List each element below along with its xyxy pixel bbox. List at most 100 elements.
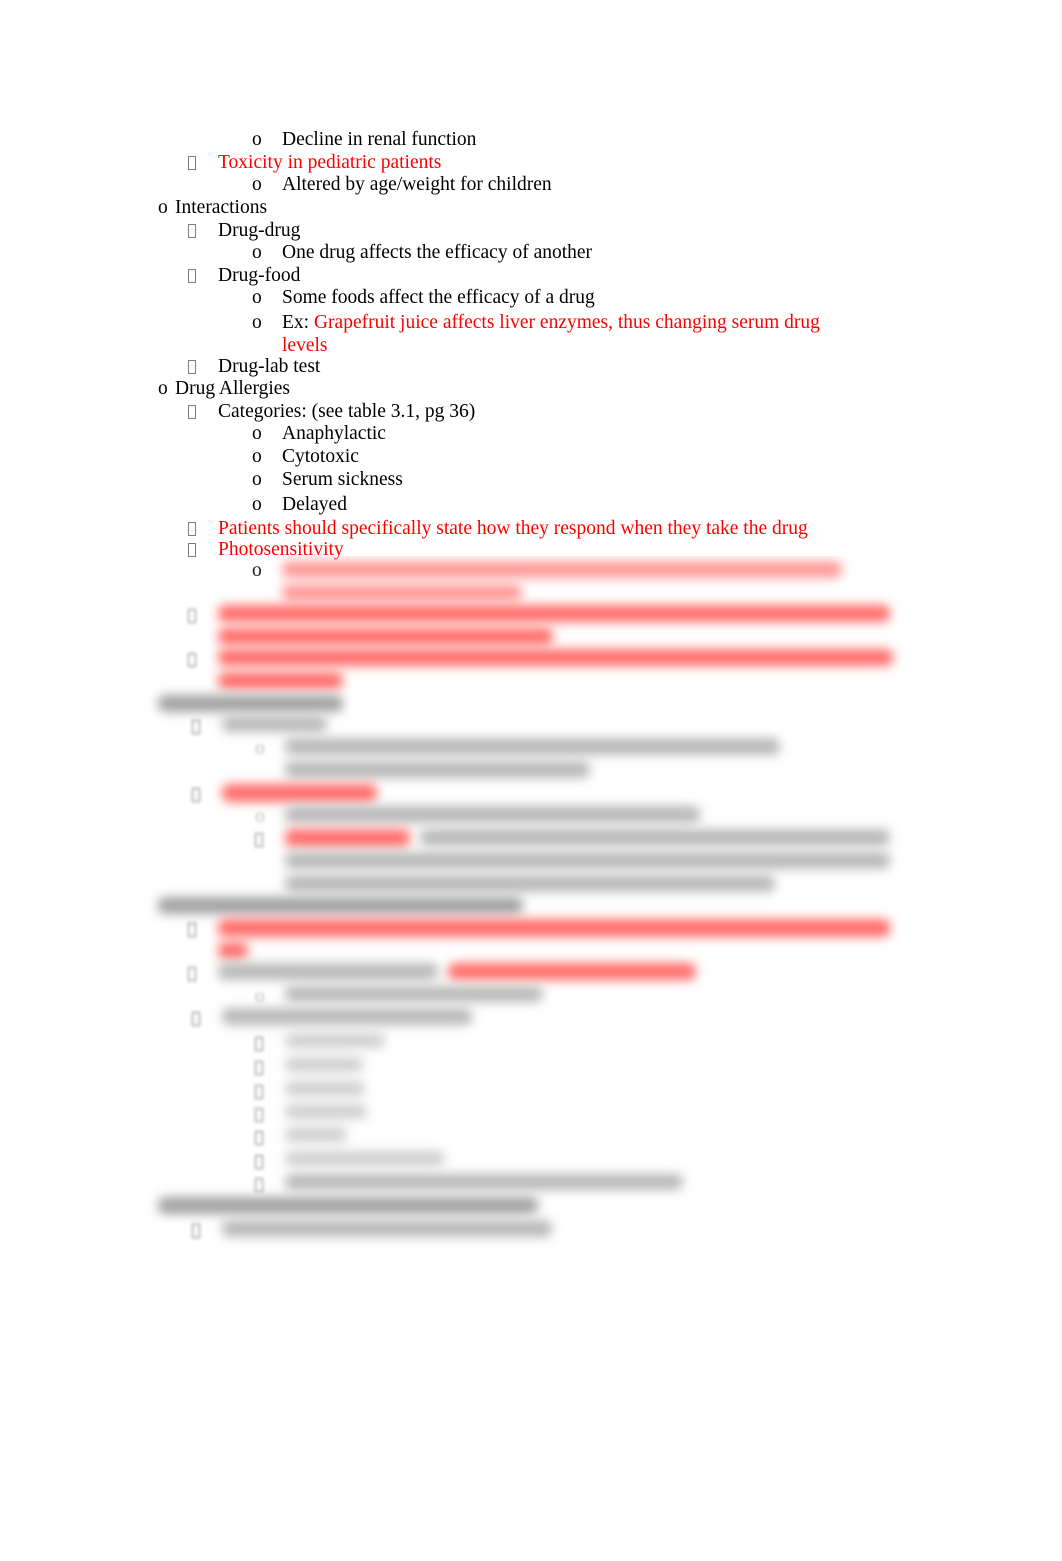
list-marker-level2 [188,517,196,540]
redacted-line [218,963,438,980]
redacted-line [285,986,543,1002]
redacted-line [222,1008,472,1025]
redacted-line [218,605,890,622]
tofu-box-icon [188,269,196,283]
tofu-box-icon [188,522,196,536]
outline-item-delayed: Delayed [282,494,347,515]
list-marker-level4 [255,1173,263,1196]
tofu-box-icon [188,609,196,623]
redacted-line [285,852,890,869]
redacted-line [218,919,890,937]
redacted-line [285,1104,367,1119]
list-marker-level3: o [252,494,262,515]
tofu-box-icon [255,1085,263,1099]
redacted-line [218,649,893,666]
list-marker-level3: o [252,242,262,263]
redacted-content-region [0,556,1062,1256]
list-marker-level2 [188,264,196,287]
tofu-box-icon [188,653,196,667]
outline-item-serum-sickness: Serum sickness [282,469,403,490]
tofu-box-icon [192,1224,200,1238]
tofu-box-icon [188,923,196,937]
redacted-line [285,1151,445,1166]
redacted-line [285,1174,683,1190]
tofu-box-icon [255,833,263,847]
list-marker-level4 [255,1150,263,1173]
redacted-line [285,761,590,778]
list-marker-level4 [255,1032,263,1055]
redacted-line [222,1220,552,1237]
list-marker-level3: o [252,423,262,444]
redacted-line [420,829,890,846]
tofu-box-icon [255,1061,263,1075]
list-marker-level4 [255,1103,263,1126]
redacted-line [218,628,553,645]
list-marker-level4 [255,1080,263,1103]
tofu-box-icon [255,1108,263,1122]
redacted-line [218,942,248,959]
tofu-box-icon [188,543,196,557]
list-marker-level3: o [252,469,262,490]
list-marker-level2 [188,918,196,941]
redacted-line [222,716,327,732]
list-marker-level2 [188,962,196,985]
outline-item-some-foods-efficacy: Some foods affect the efficacy of a drug [282,287,595,308]
tofu-box-icon [255,1155,263,1169]
redacted-line [285,738,780,755]
tofu-box-icon [192,1012,200,1026]
list-marker-level3: o [252,287,262,308]
tofu-box-icon [188,156,196,170]
outline-item-drug-food: Drug-food [218,265,301,286]
list-marker-level3: o [255,986,265,1007]
example-text: Grapefruit juice affects liver enzymes, … [282,312,820,356]
outline-item-categories: Categories: (see table 3.1, pg 36) [218,401,476,422]
list-marker-level3: o [252,446,262,467]
list-marker-level2 [192,1219,200,1242]
list-marker-level2 [188,400,196,423]
list-marker-level4 [255,1056,263,1079]
outline-item-toxicity-pediatric: Toxicity in pediatric patients [218,152,442,173]
redacted-line [158,1197,538,1214]
list-marker-level2 [192,715,200,738]
list-marker-level1: o [158,197,168,218]
tofu-box-icon [188,360,196,374]
redacted-line [448,963,696,980]
tofu-box-icon [188,224,196,238]
redacted-line [158,897,523,914]
tofu-box-icon [255,1037,263,1051]
outline-item-drug-drug: Drug-drug [218,220,301,241]
redacted-line [285,875,775,892]
list-marker-level2 [188,538,196,561]
redacted-line [282,561,842,578]
example-label: Ex: [282,312,310,333]
list-marker-level2 [188,219,196,242]
outline-item-grapefruit-example: Ex: Grapefruit juice affects liver enzym… [282,311,822,357]
list-marker-level3: o [255,738,265,759]
list-marker-level3: o [252,312,262,333]
redacted-line [285,1057,363,1072]
tofu-box-icon [188,967,196,981]
redacted-line [282,584,522,601]
outline-item-patients-state-response: Patients should specifically state how t… [218,518,808,539]
outline-item-photosensitivity: Photosensitivity [218,539,344,560]
outline-item-altered-age-weight: Altered by age/weight for children [282,174,552,195]
outline-item-decline-renal-function: Decline in renal function [282,129,477,150]
list-marker-level2 [188,604,196,627]
list-marker-level2 [192,783,200,806]
list-marker-level2 [188,355,196,378]
list-marker-level4 [255,828,263,851]
tofu-box-icon [188,405,196,419]
list-marker-level2 [188,151,196,174]
outline-item-anaphylactic: Anaphylactic [282,423,386,444]
document-page: o Decline in renal function Toxicity in … [0,0,1062,1561]
list-marker-level3: o [255,806,265,827]
redacted-line [218,672,343,689]
tofu-box-icon [192,788,200,802]
tofu-box-icon [255,1178,263,1192]
redacted-line [285,1081,365,1096]
list-marker-level2 [192,1007,200,1030]
redacted-line [285,1033,385,1048]
list-marker-level3: o [252,174,262,195]
list-marker-level1: o [158,378,168,399]
tofu-box-icon [192,720,200,734]
